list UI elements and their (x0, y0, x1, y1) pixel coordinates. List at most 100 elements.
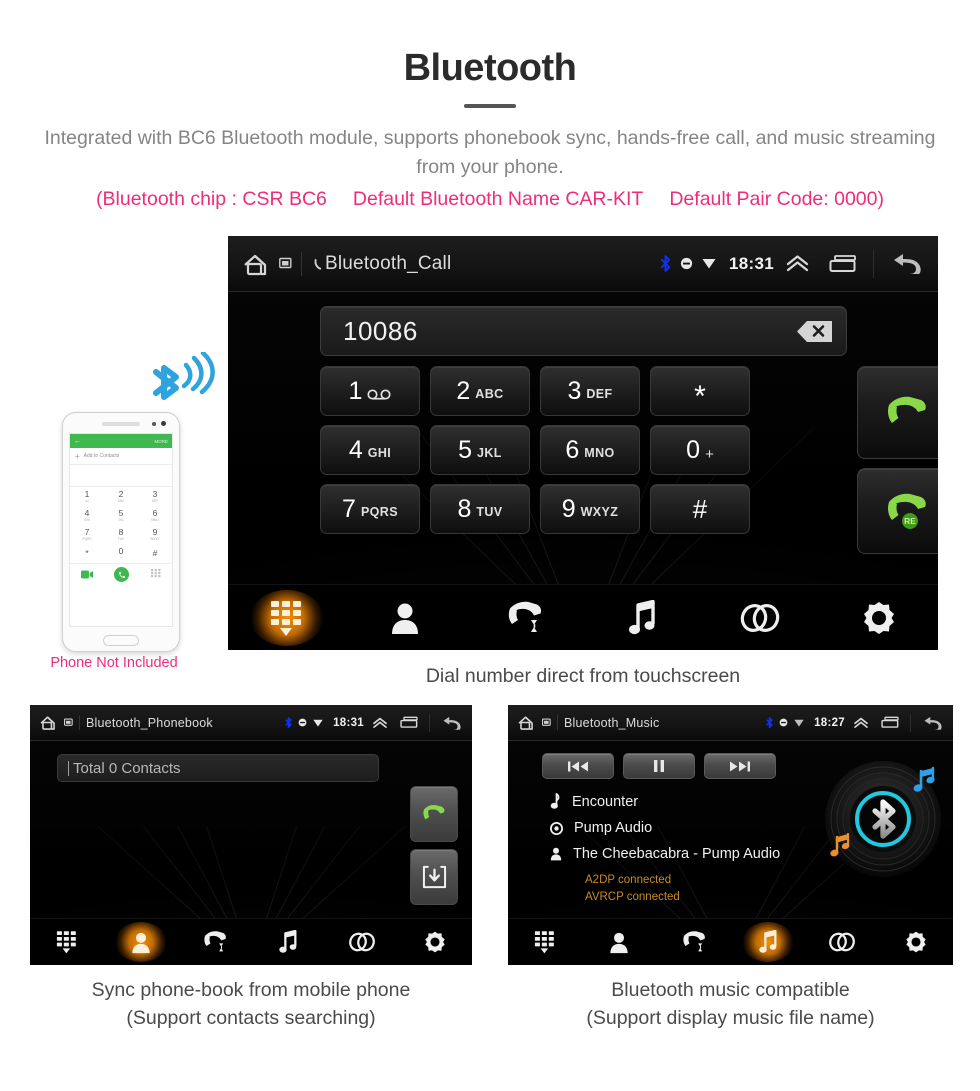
nav-settings[interactable] (879, 919, 953, 965)
bluetooth-phonebook-screen: Bluetooth_Phonebook 18:31 Total 0 Contac… (30, 705, 472, 965)
phone-key[interactable]: 2 ABC (104, 487, 138, 506)
nav-music[interactable] (583, 585, 701, 650)
key-4[interactable]: 4 GHI (320, 425, 420, 475)
backspace-icon[interactable] (796, 319, 834, 344)
avrcp-status: AVRCP connected (585, 890, 680, 903)
key-2[interactable]: 2 ABC (430, 366, 530, 416)
nav-pair[interactable] (701, 585, 819, 650)
bottom-navbar (508, 918, 953, 965)
phone-key[interactable]: 5 JKL (104, 506, 138, 525)
add-to-contacts-row[interactable]: + Add to Contacts (70, 448, 172, 465)
next-track-button[interactable] (704, 753, 776, 779)
phone-camera (161, 421, 166, 426)
bluetooth-signal-icon (153, 352, 215, 400)
nav-keypad[interactable] (228, 585, 346, 650)
phonebook-side-actions (410, 786, 458, 912)
phone-key[interactable]: 9 WXYZ (138, 525, 172, 544)
phone-key-letters: GHI (84, 517, 90, 522)
home-icon[interactable] (242, 251, 274, 277)
nav-contacts[interactable] (346, 585, 464, 650)
key-7[interactable]: 7 PQRS (320, 484, 420, 534)
back-icon[interactable] (440, 715, 463, 731)
key-9[interactable]: 9 WXYZ (540, 484, 640, 534)
nav-keypad[interactable] (508, 919, 582, 965)
phone-key[interactable]: 1 oo (70, 487, 104, 506)
nav-keypad[interactable] (30, 919, 104, 965)
window-icon[interactable] (64, 718, 73, 727)
phone-key[interactable]: * (70, 544, 104, 563)
link-icon (348, 932, 375, 952)
window-icon[interactable] (279, 257, 292, 270)
key-3[interactable]: 3 DEF (540, 366, 640, 416)
recent-apps-icon[interactable] (829, 254, 858, 274)
track-artist: The Cheebacabra - Pump Audio (573, 846, 781, 862)
phone-handset-icon[interactable] (311, 256, 325, 272)
chevron-up-icon[interactable] (853, 717, 869, 729)
more-label[interactable]: MORE (155, 439, 169, 444)
key-8[interactable]: 8 TUV (430, 484, 530, 534)
bluetooth-icon (766, 717, 773, 728)
recent-apps-icon[interactable] (400, 716, 419, 729)
nav-music[interactable] (731, 919, 805, 965)
pause-button[interactable] (623, 753, 695, 779)
phone-screen: ← MORE + Add to Contacts 1 oo 2 ABC 3 DEF 4… (69, 433, 173, 627)
clock: 18:27 (814, 716, 845, 729)
chevron-up-icon[interactable] (372, 717, 388, 729)
key-star[interactable]: * (650, 366, 750, 416)
wifi-icon (702, 259, 716, 269)
nav-settings[interactable] (820, 585, 938, 650)
back-icon[interactable] (921, 715, 944, 731)
screen-title: Bluetooth_Music (564, 715, 660, 730)
nav-call-history[interactable] (177, 919, 251, 965)
nav-call-history[interactable] (465, 585, 583, 650)
person-icon (131, 932, 150, 953)
phone-key[interactable]: 8 TUV (104, 525, 138, 544)
phone-key[interactable]: # (138, 544, 172, 563)
key-5[interactable]: 5 JKL (430, 425, 530, 475)
nav-music[interactable] (251, 919, 325, 965)
home-icon[interactable] (517, 714, 538, 731)
key-hash[interactable]: # (650, 484, 750, 534)
key-digit: # (692, 494, 708, 524)
call-history-icon (508, 601, 541, 632)
download-contacts-button[interactable] (410, 849, 458, 905)
contacts-search-input[interactable]: Total 0 Contacts (57, 754, 379, 782)
nav-call-history[interactable] (656, 919, 730, 965)
key-0[interactable]: 0 + (650, 425, 750, 475)
link-icon (741, 603, 780, 632)
nav-pair[interactable] (805, 919, 879, 965)
key-1[interactable]: 1 (320, 366, 420, 416)
call-button[interactable] (857, 366, 938, 459)
phone-key[interactable]: 6 MNO (138, 506, 172, 525)
home-icon[interactable] (39, 714, 60, 731)
redial-button[interactable]: RE (857, 468, 938, 554)
status-bar: Bluetooth_Call 18:31 (228, 236, 938, 292)
nav-settings[interactable] (398, 919, 472, 965)
clock: 18:31 (729, 253, 774, 273)
nav-contacts[interactable] (582, 919, 656, 965)
topbar-separator (910, 713, 911, 732)
chevron-up-icon[interactable] (785, 254, 810, 273)
phone-home-button[interactable] (103, 635, 139, 646)
phone-key[interactable]: 4 GHI (70, 506, 104, 525)
previous-track-button[interactable] (542, 753, 614, 779)
call-button[interactable] (410, 786, 458, 842)
back-icon[interactable] (889, 251, 924, 276)
key-digit: 5 (458, 435, 473, 464)
window-icon[interactable] (542, 718, 551, 727)
phone-key-letters: MNO (151, 517, 159, 522)
phone-key[interactable]: 7 PQRS (70, 525, 104, 544)
video-call-icon[interactable] (80, 570, 93, 579)
key-6[interactable]: 6 MNO (540, 425, 640, 475)
recent-apps-icon[interactable] (881, 716, 900, 729)
back-arrow-icon[interactable]: ← (74, 438, 81, 445)
dial-number-field[interactable]: 10086 (320, 306, 847, 356)
keypad-toggle-icon[interactable] (151, 569, 161, 580)
phone-key[interactable]: 3 DEF (138, 487, 172, 506)
phone-key[interactable]: 0 + (104, 544, 138, 563)
nav-contacts[interactable] (104, 919, 178, 965)
phone-call-button[interactable] (114, 567, 130, 582)
nav-pair[interactable] (325, 919, 399, 965)
phone-number-field[interactable] (70, 465, 172, 487)
download-icon (422, 865, 446, 889)
